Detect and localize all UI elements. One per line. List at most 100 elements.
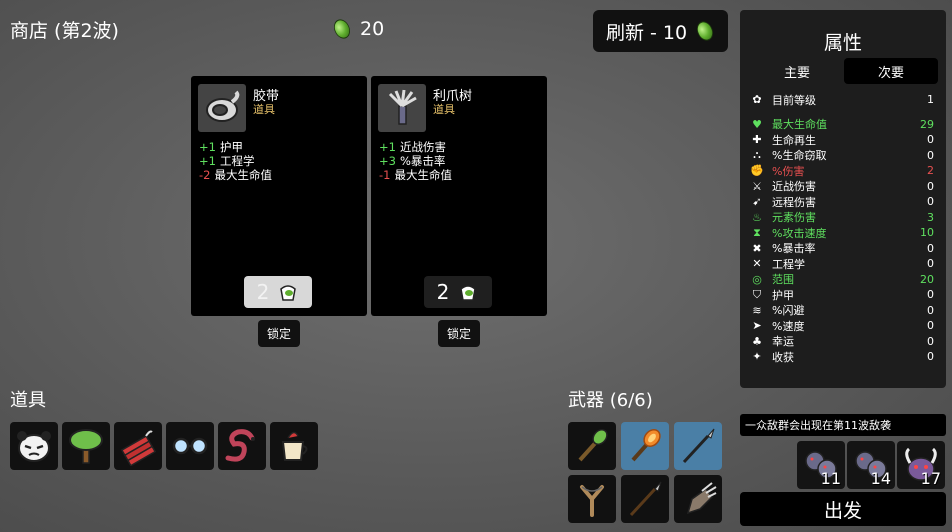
- item-slot[interactable]: [166, 422, 214, 470]
- stat-label: 最大生命值: [214, 168, 272, 182]
- stat-label: %暴击率: [399, 154, 446, 168]
- enemy-slot: 14: [847, 441, 895, 489]
- stat-label: 最大生命值: [394, 168, 452, 182]
- stat-label: 护甲: [772, 288, 794, 302]
- heart-icon: ♥: [752, 117, 762, 131]
- stat-value: -2: [199, 168, 211, 182]
- card-type: 道具: [253, 103, 275, 116]
- spear-icon: [682, 428, 715, 464]
- armor-icon: ⛉: [752, 287, 762, 301]
- stat-row: ✚ 生命再生 0: [750, 132, 936, 148]
- go-button[interactable]: 出发: [740, 492, 946, 526]
- regen-icon: ✚: [752, 133, 762, 147]
- stat-value: 20: [920, 272, 934, 286]
- level-value: 1: [927, 93, 934, 107]
- stat-row: ✊ %伤害 2: [750, 163, 936, 179]
- slingshot-icon: [580, 485, 604, 517]
- stat-value: 0: [927, 133, 934, 147]
- materials-counter: 20: [330, 16, 385, 42]
- speed-icon: ➤: [752, 319, 762, 333]
- claw-gauntlet-icon: [686, 482, 717, 515]
- stat-value: 0: [927, 241, 934, 255]
- stat-value: 0: [927, 303, 934, 317]
- stat-row: ♥ 最大生命值 29: [750, 117, 936, 133]
- tab-primary[interactable]: 主要: [750, 58, 844, 84]
- harvest-icon: ✦: [752, 350, 762, 364]
- stat-value: 0: [927, 195, 934, 209]
- stat-value: 0: [927, 148, 934, 162]
- glasses-icon: [172, 437, 208, 455]
- price-value: 2: [436, 280, 450, 304]
- coffee-cup-icon: [281, 431, 308, 461]
- lifesteal-icon: ⛬: [753, 148, 761, 162]
- lock-button[interactable]: 锁定: [258, 320, 300, 347]
- stat-value: +1: [199, 154, 216, 168]
- stat-list: ✿ 目前等级 1 ♥ 最大生命值 29 ✚ 生命再生 0 ⛬ %生命窃取 0 ✊ %伤害 2 ⚔ 近战伤害…: [750, 92, 936, 365]
- stat-label: %生命窃取: [772, 149, 827, 163]
- weapon-slot[interactable]: [621, 475, 669, 523]
- weapon-slot[interactable]: [568, 475, 616, 523]
- stats-title: 属性: [823, 32, 862, 54]
- buy-price-button[interactable]: 2: [424, 276, 492, 308]
- stat-row: ✖ %暴击率 0: [750, 241, 936, 257]
- buy-price-button[interactable]: 2: [244, 276, 312, 308]
- stat-label: 远程伤害: [772, 195, 816, 209]
- luck-icon: ♣: [752, 334, 762, 348]
- spear-icon: [629, 481, 662, 517]
- stat-value: +3: [379, 154, 396, 168]
- price-value: 2: [256, 280, 270, 304]
- card-type: 道具: [433, 103, 455, 116]
- item-slot[interactable]: [10, 422, 58, 470]
- weapon-slot[interactable]: [568, 422, 616, 470]
- reroll-label: 刷新 - 10: [605, 21, 688, 44]
- weapons-title: 武器 (6/6): [568, 390, 653, 411]
- weapon-slot[interactable]: [674, 475, 722, 523]
- stats-panel: 属性 主要 次要 ✿ 目前等级 1 ♥ 最大生命值 29 ✚ 生命再生 0 ⛬ %生命窃取 0 ✊…: [740, 10, 946, 388]
- stat-row: ⛬ %生命窃取 0: [750, 148, 936, 164]
- item-slot[interactable]: [218, 422, 266, 470]
- stat-value: 10: [920, 226, 934, 240]
- stat-row: ◎ 范围 20: [750, 272, 936, 288]
- ranged-icon: ➹: [752, 195, 762, 209]
- stat-row: ♣ 幸运 0: [750, 334, 936, 350]
- stat-value: -1: [379, 168, 391, 182]
- stat-value: 0: [927, 350, 934, 364]
- attack-speed-icon: ⧗: [753, 225, 761, 239]
- enemy-slot: 11: [797, 441, 845, 489]
- stat-value: 0: [927, 288, 934, 302]
- stat-value: 2: [927, 164, 934, 178]
- tab-secondary[interactable]: 次要: [844, 58, 938, 84]
- stat-line: +3 %暴击率: [379, 154, 452, 168]
- shop-card[interactable]: 利爪树 道具 +1 近战伤害 +3 %暴击率 -1 最大生命值 2: [371, 76, 547, 316]
- item-slot[interactable]: [62, 422, 110, 470]
- stat-label: 幸运: [772, 335, 794, 349]
- shop-card[interactable]: 胶带 道具 +1 护甲 +1 工程学 -2 最大生命值 2: [191, 76, 367, 316]
- enemy-count: 14: [870, 469, 891, 488]
- stat-row: ♨ 元素伤害 3: [750, 210, 936, 226]
- stat-row: ✦ 收获 0: [750, 349, 936, 365]
- stat-value: 29: [920, 117, 934, 131]
- weapon-slot[interactable]: [621, 422, 669, 470]
- enemy-count: 11: [820, 469, 841, 488]
- stat-line: -2 最大生命值: [199, 168, 272, 182]
- reroll-button[interactable]: 刷新 - 10: [593, 10, 728, 52]
- stat-label: 工程学: [772, 257, 805, 271]
- crit-icon: ✖: [752, 241, 762, 255]
- stat-value: 0: [927, 257, 934, 271]
- stat-value: +1: [379, 140, 396, 154]
- lock-button[interactable]: 锁定: [438, 320, 480, 347]
- weapon-slot[interactable]: [674, 422, 722, 470]
- stat-row: ✕ 工程学 0: [750, 256, 936, 272]
- stat-label: %闪避: [772, 304, 805, 318]
- melee-icon: ⚔: [752, 179, 762, 193]
- item-slot[interactable]: [270, 422, 318, 470]
- level-row: ✿ 目前等级 1: [750, 92, 936, 108]
- material-bag-icon: [460, 285, 477, 301]
- stat-row: ⛉ 护甲 0: [750, 287, 936, 303]
- stat-row: ≋ %闪避 0: [750, 303, 936, 319]
- stat-label: 近战伤害: [399, 140, 446, 154]
- materials-count: 20: [360, 18, 385, 40]
- spiked-club-icon: [578, 429, 608, 462]
- item-slot[interactable]: [114, 422, 162, 470]
- stat-label: 近战伤害: [772, 180, 816, 194]
